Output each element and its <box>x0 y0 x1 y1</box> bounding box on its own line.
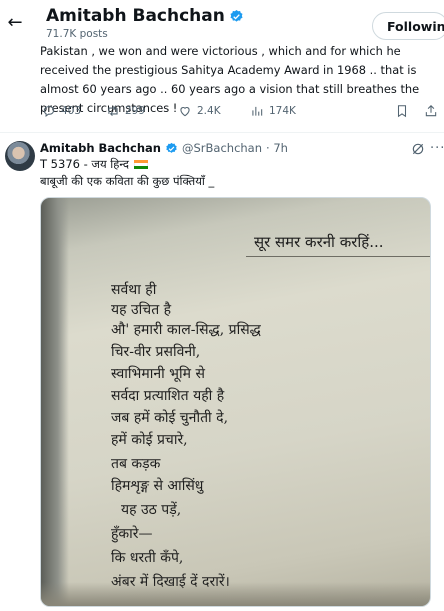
poem-line: सर्वथा ही <box>111 282 157 298</box>
poem-line: जब हमें कोई चुनौती दे, <box>111 410 229 426</box>
tweet-author-handle[interactable]: @SrBachchan <box>182 141 262 155</box>
bookmark-icon[interactable] <box>395 104 409 118</box>
profile-header: ← Amitabh Bachchan 71.7K posts Following <box>0 0 444 45</box>
tweet-author-name[interactable]: Amitabh Bachchan <box>40 141 161 155</box>
tweet-title-text: T 5376 - जय हिन्द <box>40 157 130 171</box>
title-rule <box>246 256 430 257</box>
poem-line: औ' हमारी काल-सिद्ध, प्रसिद्ध <box>111 322 261 338</box>
poem-line: तब कड़क <box>111 456 161 472</box>
poem-line: चिर-वीर प्रसविनी, <box>111 344 201 360</box>
views-action[interactable]: 174K <box>250 104 296 118</box>
views-icon <box>252 106 263 116</box>
views-count: 174K <box>269 105 296 117</box>
verified-badge-icon <box>230 9 243 22</box>
reply-action[interactable]: 403 <box>42 104 81 118</box>
profile-title-block: Amitabh Bachchan 71.7K posts <box>46 6 244 40</box>
repost-action[interactable]: 299 <box>106 104 145 118</box>
repost-count: 299 <box>125 105 146 117</box>
poem-line: यह उचित है <box>111 302 172 318</box>
poem-line: हिमशृङ्ग से आसिंधु <box>111 478 204 494</box>
poem-line: सर्वदा प्रत्याशित यही है <box>111 388 225 404</box>
tweet-time[interactable]: · 7h <box>266 141 288 155</box>
poem-line: हमें कोई प्रचारे, <box>111 432 188 448</box>
page-bottom-shadow <box>41 582 430 606</box>
profile-name-row: Amitabh Bachchan <box>46 6 244 26</box>
tweet-text-line2: बाबूजी की एक कविता की कुछ पंक्तियाँ _ <box>40 174 215 188</box>
divider <box>0 132 444 133</box>
like-icon <box>180 107 190 117</box>
more-icon[interactable]: ··· <box>430 141 444 156</box>
following-button[interactable]: Following <box>372 12 444 40</box>
tweet-header: Amitabh Bachchan @SrBachchan · 7h <box>40 141 288 155</box>
poem-line: हुँकारे— <box>111 526 153 542</box>
tweet-text-line1: T 5376 - जय हिन्द <box>40 157 149 172</box>
poem-line: यह उठ पड़ें, <box>121 502 182 518</box>
post-count: 71.7K posts <box>46 28 108 40</box>
avatar[interactable] <box>5 141 35 171</box>
verified-badge-icon <box>166 142 177 153</box>
poem-title: सूर समर करनी करहिं... <box>254 233 384 251</box>
tweet-actions: 403 299 2.4K 174K <box>40 104 444 124</box>
reply-icon <box>43 106 55 118</box>
poem-line: कि धरती कँपे, <box>111 550 184 566</box>
like-action[interactable]: 2.4K <box>178 104 221 118</box>
poem-line: स्वाभिमानी भूमि से <box>111 366 205 382</box>
grok-icon[interactable] <box>410 141 426 157</box>
back-arrow-icon[interactable]: ← <box>4 12 26 34</box>
tweet-photo[interactable]: सूर समर करनी करहिं... सर्वथा ही यह उचित … <box>40 197 431 607</box>
like-count: 2.4K <box>197 105 221 117</box>
page-spine-shadow <box>41 198 69 606</box>
repost-icon <box>108 105 118 117</box>
profile-name: Amitabh Bachchan <box>46 6 225 26</box>
india-flag-icon <box>134 159 149 170</box>
reply-count: 403 <box>61 105 82 117</box>
share-icon[interactable] <box>424 104 438 118</box>
